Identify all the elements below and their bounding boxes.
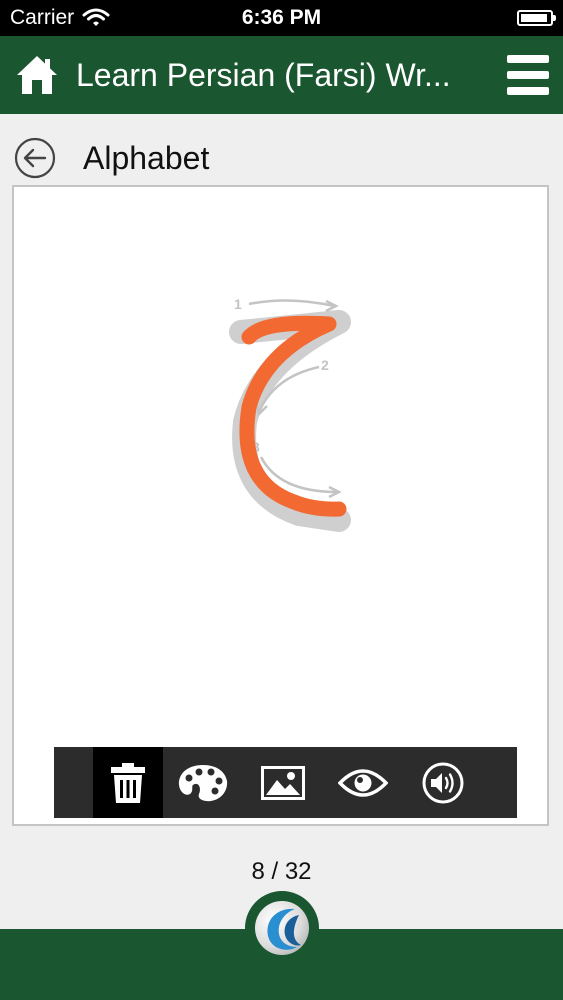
stroke-number-2: 2: [321, 357, 329, 373]
trash-icon: [111, 762, 145, 803]
speaker-icon: [422, 762, 464, 803]
battery-level: [521, 14, 548, 22]
app-title: Learn Persian (Farsi) Wr...: [76, 56, 451, 93]
eye-icon: [338, 768, 388, 797]
app-screen: Carrier 6:36 PM Learn Persian (Farsi) Wr…: [0, 0, 563, 1000]
status-bar: Carrier 6:36 PM: [0, 0, 563, 36]
page-title: Alphabet: [83, 139, 210, 176]
menu-bar-bottom: [507, 87, 549, 95]
logo-button[interactable]: [245, 891, 319, 965]
page-counter: 8 / 32: [251, 858, 312, 885]
show-guide-button[interactable]: [323, 747, 403, 818]
stroke-number-1: 1: [234, 296, 242, 312]
palette-icon: [178, 764, 228, 801]
back-arrow-icon[interactable]: [14, 137, 56, 179]
carrier-label: Carrier: [10, 6, 75, 29]
hamburger-menu-icon: [507, 55, 549, 63]
menu-bar-middle: [507, 71, 549, 79]
play-sound-button[interactable]: [403, 747, 483, 818]
section-title-row: Alphabet: [14, 136, 209, 180]
image-icon: [261, 765, 305, 800]
app-logo-icon: [255, 901, 309, 955]
menu-button[interactable]: [507, 55, 549, 95]
color-palette-button[interactable]: [163, 747, 243, 818]
clear-button[interactable]: [93, 747, 163, 818]
wifi-icon: [82, 8, 110, 26]
letter-tracing-glyph: 1 2 3: [229, 296, 351, 532]
home-icon: [17, 56, 57, 94]
drawing-toolbar: [54, 747, 517, 818]
battery-icon: [517, 10, 556, 26]
drawing-canvas[interactable]: 1 2 3: [12, 185, 549, 826]
app-header: Learn Persian (Farsi) Wr...: [0, 36, 563, 114]
image-button[interactable]: [243, 747, 323, 818]
home-button[interactable]: [14, 52, 60, 98]
